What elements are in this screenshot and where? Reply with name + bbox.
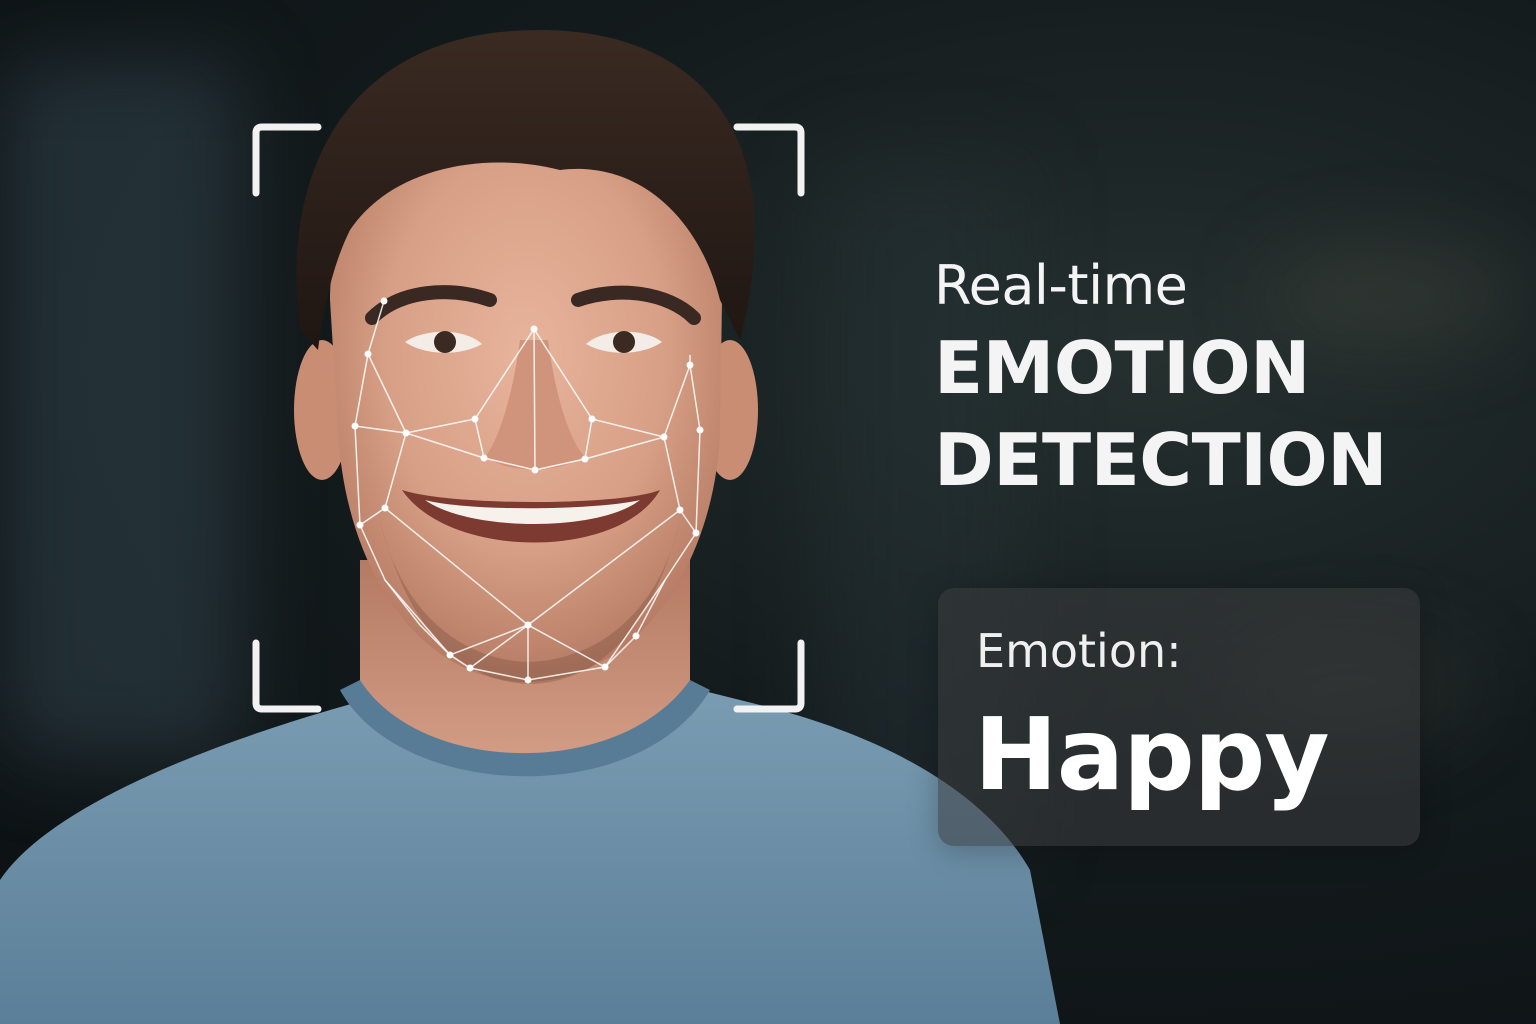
emotion-value: Happy <box>974 696 1330 813</box>
emotion-result-card: Emotion: Happy <box>938 588 1420 846</box>
headline: Real-time EMOTION DETECTION <box>934 250 1494 506</box>
headline-line-1: Real-time <box>934 254 1188 317</box>
headline-line-3: DETECTION <box>934 418 1387 502</box>
person-photo <box>0 29 1060 1024</box>
emotion-label: Emotion: <box>976 624 1182 678</box>
headline-line-2: EMOTION <box>934 326 1310 410</box>
